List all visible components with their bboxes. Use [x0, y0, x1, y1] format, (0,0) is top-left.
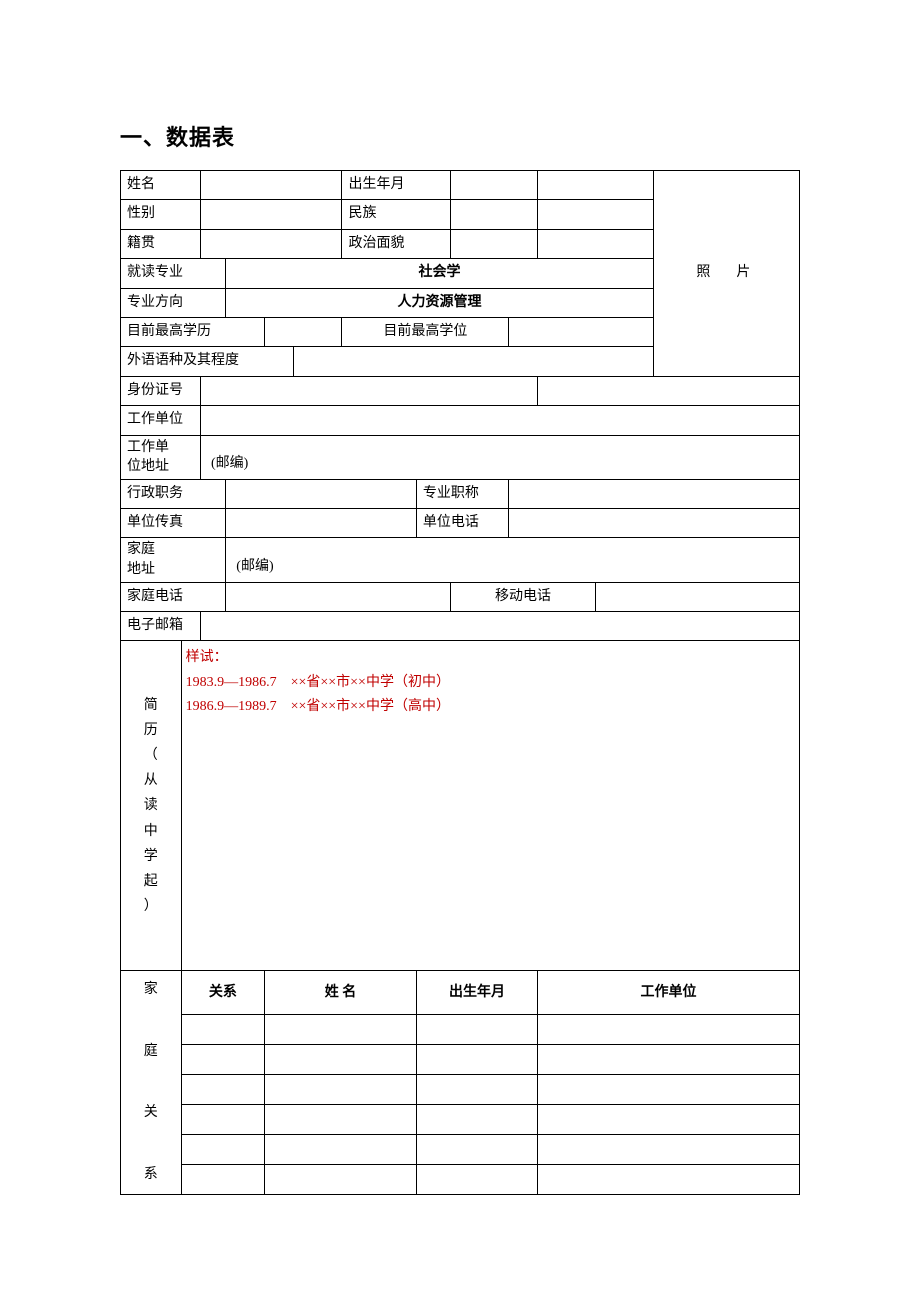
resume-line1-desc: ××省××市××中学（初中）: [291, 675, 450, 690]
label-direction: 专业方向: [121, 288, 226, 317]
value-highest-edu: [265, 317, 342, 346]
family-r1-birth: [416, 1015, 537, 1045]
label-highest-degree: 目前最高学位: [342, 317, 509, 346]
label-birth: 出生年月: [342, 171, 451, 200]
family-r3-birth: [416, 1075, 537, 1105]
value-unit-phone: [509, 509, 800, 538]
family-header-workplace: 工作单位: [538, 971, 800, 1015]
label-foreign-lang: 外语语种及其程度: [121, 347, 294, 376]
value-gender: [201, 200, 342, 229]
family-r1-name: [265, 1015, 417, 1045]
label-work-addr-l1: 工作单: [127, 440, 169, 455]
family-r5-workplace: [538, 1135, 800, 1165]
family-r5-relation: [181, 1135, 265, 1165]
value-political: [451, 229, 538, 258]
resume-line-1: 1983.9—1986.7 ××省××市××中学（初中）: [186, 672, 795, 694]
label-mobile: 移动电话: [451, 582, 596, 611]
value-highest-degree: [509, 317, 654, 346]
label-highest-edu: 目前最高学历: [121, 317, 265, 346]
postcode-text-2: (邮编): [236, 559, 273, 574]
label-native-place: 籍贯: [121, 229, 201, 258]
label-id-number: 身份证号: [121, 376, 201, 405]
value-home-addr: (邮编): [226, 538, 800, 582]
value-foreign-lang: [294, 347, 654, 376]
family-r3-workplace: [538, 1075, 800, 1105]
resume-line2-date: 1986.9—1989.7: [186, 699, 277, 714]
label-work-addr: 工作单 位地址: [121, 435, 201, 479]
value-birth: [451, 171, 538, 200]
family-r5-name: [265, 1135, 417, 1165]
value-home-phone: [226, 582, 451, 611]
value-major: 社会学: [226, 259, 654, 288]
value-id-number: [201, 376, 538, 405]
label-email: 电子邮箱: [121, 612, 201, 641]
postcode-text-1: (邮编): [211, 456, 248, 471]
value-mobile: [596, 582, 800, 611]
value-prof-title: [509, 479, 800, 508]
family-r1-workplace: [538, 1015, 800, 1045]
family-r2-relation: [181, 1045, 265, 1075]
resume-line-2: 1986.9—1989.7 ××省××市××中学（高中）: [186, 696, 795, 718]
value-native-place: [201, 229, 342, 258]
blank-3: [538, 229, 654, 258]
label-name: 姓名: [121, 171, 201, 200]
value-admin-post: [226, 479, 417, 508]
family-r2-name: [265, 1045, 417, 1075]
value-unit-fax: [226, 509, 417, 538]
label-home-addr-l1: 家庭: [127, 542, 155, 557]
family-r6-relation: [181, 1165, 265, 1195]
label-resume: 简历（从读中学起）: [121, 641, 182, 971]
resume-line2-desc: ××省××市××中学（高中）: [291, 699, 450, 714]
label-home-addr: 家庭 地址: [121, 538, 226, 582]
value-email: [201, 612, 800, 641]
family-r5-birth: [416, 1135, 537, 1165]
family-r4-relation: [181, 1105, 265, 1135]
label-work-addr-l2: 位地址: [127, 459, 169, 474]
family-r6-workplace: [538, 1165, 800, 1195]
label-home-phone: 家庭电话: [121, 582, 226, 611]
resume-sample-header: 样试：: [186, 647, 795, 669]
family-r6-birth: [416, 1165, 537, 1195]
label-major: 就读专业: [121, 259, 226, 288]
family-r3-name: [265, 1075, 417, 1105]
value-name: [201, 171, 342, 200]
data-form-table: 姓名 出生年月 照 片 性别 民族 籍贯 政治面貌 就读专业 社会学 专业方向 …: [120, 170, 800, 1195]
label-work-unit: 工作单位: [121, 406, 201, 435]
family-r4-name: [265, 1105, 417, 1135]
label-admin-post: 行政职务: [121, 479, 226, 508]
family-r4-birth: [416, 1105, 537, 1135]
value-direction: 人力资源管理: [226, 288, 654, 317]
family-header-birth: 出生年月: [416, 971, 537, 1015]
family-r1-relation: [181, 1015, 265, 1045]
label-family: 家庭关系: [121, 971, 182, 1195]
family-r6-name: [265, 1165, 417, 1195]
blank-2: [538, 200, 654, 229]
label-home-addr-l2: 地址: [127, 562, 155, 577]
label-gender: 性别: [121, 200, 201, 229]
family-r2-birth: [416, 1045, 537, 1075]
value-ethnicity: [451, 200, 538, 229]
label-ethnicity: 民族: [342, 200, 451, 229]
resume-line1-date: 1983.9—1986.7: [186, 675, 277, 690]
page-title: 一、数据表: [120, 120, 800, 152]
blank-1: [538, 171, 654, 200]
family-r4-workplace: [538, 1105, 800, 1135]
family-header-relation: 关系: [181, 971, 265, 1015]
value-work-addr: (邮编): [201, 435, 800, 479]
label-political: 政治面貌: [342, 229, 451, 258]
label-prof-title: 专业职称: [416, 479, 508, 508]
blank-id: [538, 376, 800, 405]
family-r2-workplace: [538, 1045, 800, 1075]
resume-content: 样试： 1983.9—1986.7 ××省××市××中学（初中） 1986.9—…: [181, 641, 799, 971]
family-header-name: 姓 名: [265, 971, 417, 1015]
value-work-unit: [201, 406, 800, 435]
label-unit-fax: 单位传真: [121, 509, 226, 538]
family-r3-relation: [181, 1075, 265, 1105]
label-unit-phone: 单位电话: [416, 509, 508, 538]
photo-placeholder: 照 片: [653, 171, 799, 377]
